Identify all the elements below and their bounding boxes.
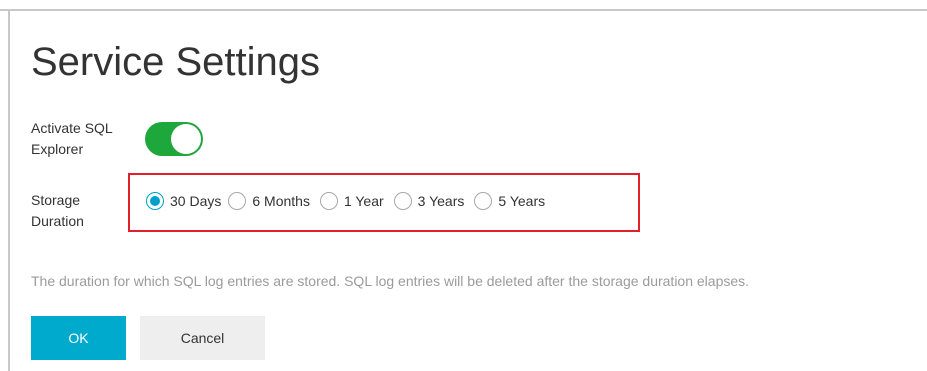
radio-label-6-months: 6 Months	[252, 193, 310, 209]
activate-label-line1: Activate SQL	[31, 120, 113, 136]
radio-selected-icon[interactable]	[146, 192, 164, 210]
radio-unselected-icon[interactable]	[319, 192, 338, 210]
page-title: Service Settings	[31, 40, 321, 84]
radio-label-3-years: 3 Years	[417, 193, 465, 209]
radio-unselected-icon[interactable]	[393, 192, 412, 210]
ok-button[interactable]: OK	[31, 316, 126, 360]
radio-label-5-years: 5 Years	[498, 193, 546, 209]
panel-top-border	[0, 9, 927, 11]
radio-label-30-days: 30 Days	[170, 193, 222, 209]
activate-label-line2: Explorer	[31, 141, 84, 157]
storage-label-line1: Storage	[31, 192, 81, 208]
radio-option-1-year[interactable]: 1 Year	[319, 191, 384, 211]
radio-option-3-years[interactable]: 3 Years	[393, 191, 465, 211]
storage-label-line2: Duration	[31, 213, 84, 229]
storage-duration-radio-group: 30 Days 6 Months 1 Year 3 Years 5 Years	[146, 191, 545, 211]
radio-option-5-years[interactable]: 5 Years	[474, 191, 545, 211]
cancel-button[interactable]: Cancel	[140, 316, 265, 360]
radio-option-6-months[interactable]: 6 Months	[228, 191, 310, 211]
radio-unselected-icon[interactable]	[228, 192, 247, 210]
activate-sql-explorer-label: Activate SQL Explorer	[31, 118, 141, 160]
radio-option-30-days[interactable]: 30 Days	[146, 191, 221, 211]
storage-duration-help-text: The duration for which SQL log entries a…	[31, 273, 750, 289]
panel-left-border	[8, 9, 10, 371]
radio-label-1-year: 1 Year	[343, 193, 384, 209]
storage-duration-label: Storage Duration	[31, 190, 141, 232]
toggle-knob	[171, 124, 201, 154]
activate-sql-explorer-toggle[interactable]	[145, 122, 203, 156]
radio-unselected-icon[interactable]	[474, 192, 493, 210]
